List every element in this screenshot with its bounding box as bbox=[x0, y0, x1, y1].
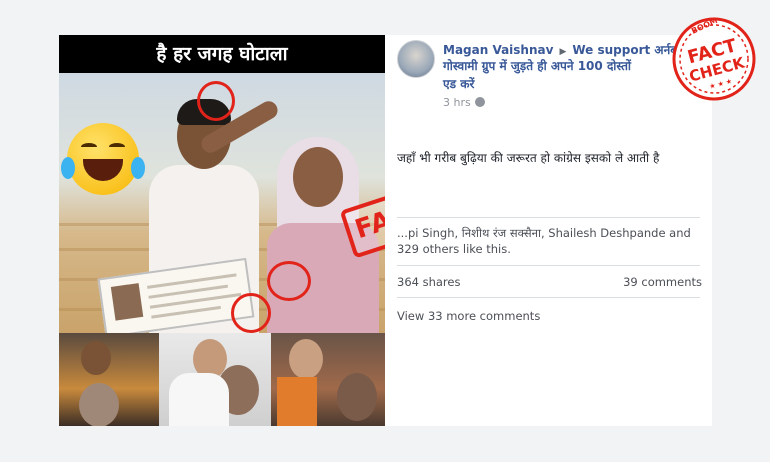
facebook-post: Magan Vaishnav ▶ We support अर्नब गोस्वामी… bbox=[385, 35, 712, 426]
meme-image[interactable]: है हर जगह घोटाला bbox=[59, 35, 385, 426]
highlight-circle bbox=[197, 81, 235, 121]
group-name[interactable]: We support अर्नब bbox=[572, 43, 677, 57]
divider bbox=[397, 217, 700, 218]
collage-photo bbox=[159, 333, 271, 426]
globe-icon bbox=[474, 97, 485, 107]
group-name-line2[interactable]: गोस्वामी ग्रुप में जुड़ते ही अपने 100 दो… bbox=[443, 57, 631, 74]
group-name-line3[interactable]: एड करें bbox=[443, 75, 474, 92]
comments-count[interactable]: 39 comments bbox=[623, 275, 702, 289]
collage-photo bbox=[271, 333, 385, 426]
fact-check-badge: BOOM FACT CHECK ★ ★ ★ bbox=[672, 16, 756, 101]
main-photo bbox=[59, 73, 385, 333]
post-header: Magan Vaishnav ▶ We support अर्नब bbox=[443, 41, 677, 58]
view-more-comments-link[interactable]: View 33 more comments bbox=[397, 309, 540, 323]
collage-photo bbox=[59, 333, 159, 426]
meme-header-text: है हर जगह घोटाला bbox=[59, 35, 385, 73]
likes-summary[interactable]: ...pi Singh, निशीथ रंज सक्सैना, Shailesh… bbox=[397, 225, 702, 257]
post-timestamp: 3 hrs bbox=[443, 96, 485, 109]
divider bbox=[397, 265, 700, 266]
caret-right-icon: ▶ bbox=[559, 47, 567, 57]
photo-collage bbox=[59, 333, 385, 426]
post-body: जहाँ भी गरीब बुढ़िया की जरूरत हो कांग्रे… bbox=[397, 151, 660, 165]
shares-count[interactable]: 364 shares bbox=[397, 275, 460, 289]
highlight-circle bbox=[267, 261, 311, 301]
avatar[interactable] bbox=[397, 40, 435, 78]
post-time[interactable]: 3 hrs bbox=[443, 96, 471, 109]
laughing-emoji-icon bbox=[61, 123, 145, 195]
divider bbox=[397, 297, 700, 298]
author-name[interactable]: Magan Vaishnav bbox=[443, 43, 553, 57]
highlight-circle bbox=[231, 293, 271, 333]
